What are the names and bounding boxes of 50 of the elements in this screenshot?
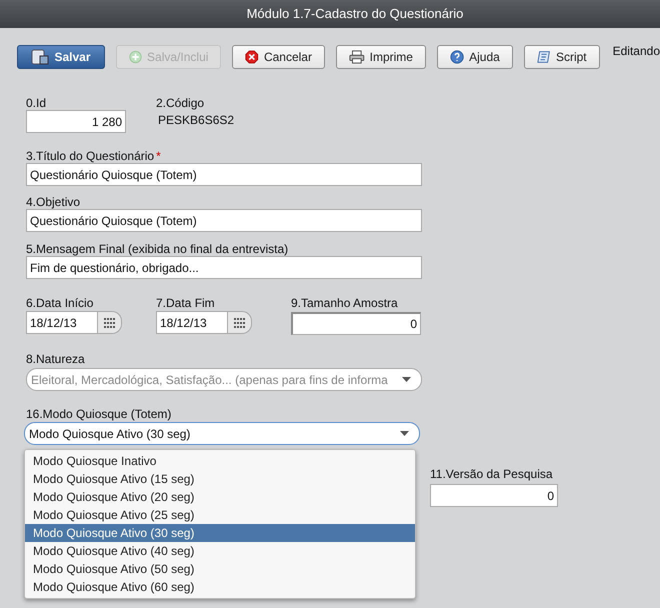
message-field[interactable]: Fim de questionário, obrigado... [26,256,422,279]
version-field[interactable]: 0 [430,484,558,507]
field-label: 8.Natureza [26,352,86,366]
dropdown-option[interactable]: Modo Quiosque Ativo (60 seg) [25,578,415,596]
field-label: 9.Tamanho Amostra [291,296,399,310]
field-label: 5.Mensagem Final (exibida no final da entrevista) [26,242,290,256]
mode-label: Editando [612,43,660,60]
title-field[interactable]: Questionário Quiosque (Totem) [26,163,422,186]
dropdown-option[interactable]: Modo Quiosque Ativo (15 seg) [25,470,415,488]
field-label: 16.Modo Quiosque (Totem) [26,407,172,421]
scroll-icon [536,49,551,65]
dropdown-option[interactable]: Modo Quiosque Ativo (20 seg) [25,488,415,506]
date-field[interactable]: 18/12/13 [26,311,98,334]
dropdown-option[interactable]: Modo Quiosque Inativo [25,452,415,470]
field-label: 2.Código [156,96,206,110]
kiosk-mode-dropdown[interactable]: Modo Quiosque Ativo (30 seg) [24,422,420,445]
caret-icon [402,377,411,382]
field-label: 3.Título do Questionário [26,149,154,163]
nature-dropdown[interactable]: Eleitoral, Mercadológica, Satisfação... (apenas para fins de informa [26,368,422,391]
dropdown-option[interactable]: Modo Quiosque Ativo (30 seg) [25,524,415,542]
save-button[interactable]: Salvar [17,45,105,69]
cancel-button[interactable]: Cancelar [232,45,325,69]
id-field[interactable]: 1 280 [26,110,126,133]
sample-size-field[interactable]: 0 [291,312,421,335]
calendar-button[interactable] [98,311,122,334]
field-label: 6.Data Início [26,296,94,310]
dropdown-option[interactable]: Modo Quiosque Ativo (50 seg) [25,560,415,578]
calendar-icon [234,318,246,328]
field-label: 4.Objetivo [26,195,82,209]
date-field[interactable]: 18/12/13 [156,311,228,334]
field-label: 11.Versão da Pesquisa [430,467,554,481]
required-mark: * [156,149,161,163]
field-label: 7.Data Fim [156,296,216,310]
field-label: 0.Id [26,96,48,110]
calendar-button[interactable] [228,311,252,334]
caret-icon [400,431,409,436]
disk-icon [31,49,50,65]
dropdown-option[interactable]: Modo Quiosque Ativo (40 seg) [25,542,415,560]
objective-field[interactable]: Questionário Quiosque (Totem) [26,209,422,232]
plus-icon [129,49,142,65]
window-title: Módulo 1.7-Cadastro do Questionário [246,5,464,24]
calendar-icon [104,318,116,328]
code-value: PESKB6S6S2 [157,112,234,129]
help-button[interactable]: Ajuda [436,45,513,69]
dropdown-option[interactable]: Modo Quiosque Ativo (25 seg) [25,506,415,524]
script-button[interactable]: Script [524,45,600,69]
close-icon [245,49,259,65]
print-button[interactable]: Imprime [336,45,426,69]
help-icon [450,49,464,65]
printer-icon [348,49,365,65]
